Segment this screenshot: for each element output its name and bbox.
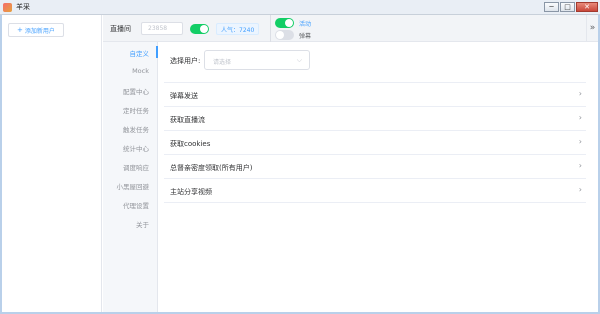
switch-knob	[200, 25, 208, 33]
connect-switch[interactable]	[190, 24, 209, 34]
switch-knob	[285, 19, 293, 27]
action-row-share-video[interactable]: 主站分享视频 ›	[164, 178, 586, 202]
room-header: 直播间 23858 人气：7240 活动 弹幕	[103, 15, 587, 42]
window-controls: ─ □ ✕	[544, 2, 598, 12]
row-label: 总督亲密度领取(所有用户)	[170, 164, 253, 172]
add-user-label: 添加新用户	[24, 27, 55, 35]
collapse-icon[interactable]: »	[586, 15, 598, 42]
row-label: 获取直播流	[170, 116, 205, 124]
minimize-button[interactable]: ─	[544, 2, 559, 12]
popularity-badge: 人气：7240	[216, 23, 260, 35]
action-row-get-cookies[interactable]: 获取cookies ›	[164, 130, 586, 154]
select-placeholder: 请选择	[213, 59, 232, 66]
tab-proxy-settings[interactable]: 代理设置	[123, 200, 149, 210]
action-row-get-stream[interactable]: 获取直播流 ›	[164, 106, 586, 130]
row-label: 主站分享视频	[170, 188, 212, 196]
tab-trigger-tasks[interactable]: 触发任务	[123, 124, 149, 134]
room-id-input[interactable]: 23858	[141, 22, 183, 35]
tab-about[interactable]: 关于	[136, 219, 149, 229]
action-row-send-danmaku[interactable]: 弹幕发送 ›	[164, 82, 586, 106]
tab-config-center[interactable]: 配置中心	[123, 86, 149, 96]
close-button[interactable]: ✕	[576, 2, 598, 12]
title-bar: 羊采 ─ □ ✕	[0, 0, 600, 15]
chevron-right-icon: ›	[578, 89, 582, 98]
chevron-right-icon: ›	[578, 137, 582, 146]
tab-custom[interactable]: 自定义	[130, 48, 150, 58]
user-list-panel: + 添加新用户	[2, 15, 102, 312]
settings-tabs: 自定义 Mock 配置中心 定时任务 触发任务 统计中心 调度响应 小黑屋回避 …	[103, 42, 158, 312]
user-select[interactable]: 请选择 ⌵	[204, 50, 310, 70]
add-user-button[interactable]: + 添加新用户	[8, 23, 64, 37]
maximize-button[interactable]: □	[560, 2, 575, 12]
room-label: 直播间	[110, 25, 131, 33]
window-title: 羊采	[16, 3, 30, 11]
tab-blacklist-avoid[interactable]: 小黑屋回避	[117, 181, 150, 191]
chevron-right-icon: ›	[578, 113, 582, 122]
row-divider	[164, 202, 586, 203]
select-user-label: 选择用户:	[170, 57, 201, 65]
tab-scheduled-tasks[interactable]: 定时任务	[123, 105, 149, 115]
activity-label: 活动	[299, 21, 312, 28]
action-row-claim-intimacy[interactable]: 总督亲密度领取(所有用户) ›	[164, 154, 586, 178]
row-label: 弹幕发送	[170, 92, 198, 100]
activity-switch[interactable]	[275, 18, 294, 28]
danmaku-label: 弹幕	[299, 33, 312, 40]
tab-dispatch-response[interactable]: 调度响应	[123, 162, 149, 172]
row-label: 获取cookies	[170, 140, 211, 148]
plus-icon: +	[17, 26, 23, 34]
custom-panel: 选择用户: 请选择 ⌵ 弹幕发送 › 获取直播流 › 获取cookies › 总…	[158, 42, 586, 312]
tab-statistics[interactable]: 统计中心	[123, 143, 149, 153]
switch-knob	[276, 31, 284, 39]
danmaku-switch[interactable]	[275, 30, 294, 40]
tab-mock[interactable]: Mock	[132, 67, 149, 75]
header-divider	[270, 15, 271, 42]
app-icon	[3, 2, 12, 12]
chevron-right-icon: ›	[578, 185, 582, 194]
chevron-right-icon: ›	[578, 161, 582, 170]
chevron-down-icon: ⌵	[296, 56, 302, 64]
